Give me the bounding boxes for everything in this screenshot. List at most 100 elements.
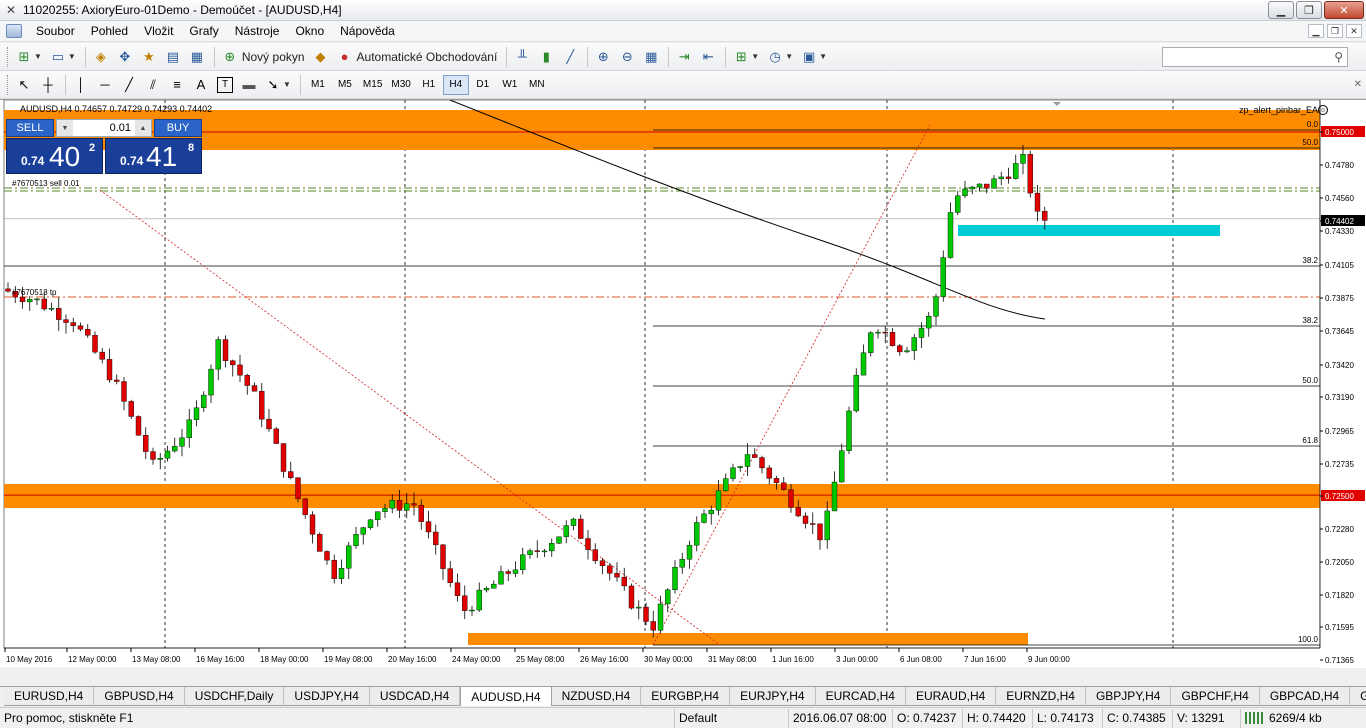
timeframe-m5[interactable]: M5 — [332, 75, 358, 95]
candle-body — [244, 375, 250, 386]
menu-view[interactable]: Pohled — [83, 24, 136, 38]
zoom-in-button[interactable]: ⊕ — [592, 46, 614, 68]
horizontal-line-tool[interactable]: ─ — [94, 74, 116, 96]
chart-tab[interactable]: EURJPY,H4 — [730, 687, 816, 706]
chart-tab[interactable]: USDCAD,H4 — [369, 687, 461, 706]
chart-tab[interactable]: EURAUD,H4 — [905, 687, 997, 706]
search-input[interactable]: ⚲ — [1162, 47, 1348, 67]
chart-canvas[interactable]: #7670513 sell 0.01 #7670513 tp 0.0 50.0 38.2… — [0, 100, 1366, 668]
mdi-close-button[interactable]: ✕ — [1346, 24, 1362, 38]
text-tool[interactable]: A — [190, 74, 212, 96]
timeframe-m15[interactable]: M15 — [359, 75, 386, 95]
dotted-trendline-up — [652, 124, 931, 646]
chart-tab[interactable]: EURUSD,H4 — [4, 687, 95, 706]
candle-body — [193, 407, 200, 420]
candle-body — [730, 467, 736, 479]
timeframe-h4[interactable]: H4 — [442, 74, 469, 95]
candle-body — [201, 394, 207, 408]
ea-smiley-icon[interactable]: ☺ — [1318, 105, 1328, 115]
line-chart-button[interactable]: ╱ — [559, 46, 581, 68]
mdi-minimize-button[interactable]: ▁ — [1308, 24, 1324, 38]
data-window-button[interactable]: ✥ — [114, 46, 136, 68]
candle-body — [353, 534, 359, 547]
buy-button[interactable]: BUY — [154, 119, 202, 137]
candle-body — [788, 489, 794, 508]
channel-tool[interactable]: ⫽ — [142, 74, 164, 96]
chart-tab[interactable]: USDCHF,Daily — [184, 687, 285, 706]
trendline-tool[interactable]: ╱ — [118, 74, 140, 96]
chart-tab[interactable]: EURCAD,H4 — [815, 687, 906, 706]
candle-body — [534, 550, 540, 552]
menu-charts[interactable]: Grafy — [181, 24, 226, 38]
price-chart[interactable]: #7670513 sell 0.01 #7670513 tp 0.0 50.0 38.2… — [0, 99, 1366, 668]
menu-insert[interactable]: Vložit — [136, 24, 181, 38]
zoom-out-button[interactable]: ⊖ — [616, 46, 638, 68]
tester-button[interactable]: ▦ — [186, 46, 208, 68]
menu-window[interactable]: Okno — [287, 24, 332, 38]
lot-size-field[interactable]: ▼ 0.01 ▲ — [56, 119, 152, 137]
rectangle-tool[interactable]: ▬ — [238, 74, 260, 96]
timeframe-mn[interactable]: MN — [524, 75, 550, 95]
navigator-button[interactable]: ★ — [138, 46, 160, 68]
timeframe-h1[interactable]: H1 — [416, 75, 442, 95]
timeframe-w1[interactable]: W1 — [497, 75, 523, 95]
menu-file[interactable]: Soubor — [28, 24, 83, 38]
lot-down-icon[interactable]: ▼ — [57, 120, 73, 136]
cursor-tool[interactable]: ↖ — [13, 74, 35, 96]
auto-trading-button[interactable]: ● Automatické Obchodování — [334, 46, 501, 68]
menu-tools[interactable]: Nástroje — [227, 24, 288, 38]
candle-body — [215, 339, 221, 370]
label-tool[interactable]: T — [214, 74, 236, 96]
candlestick-button[interactable]: ▮ — [535, 46, 557, 68]
arrows-tool[interactable]: ➘ ▼ — [262, 74, 294, 96]
auto-scroll-button[interactable]: ⇥ — [673, 46, 695, 68]
bar-chart-button[interactable]: ╨ — [511, 46, 533, 68]
candle-body — [208, 368, 214, 396]
terminal-button[interactable]: ▤ — [162, 46, 184, 68]
close-button[interactable]: ✕ — [1324, 1, 1364, 19]
timeframe-m1[interactable]: M1 — [305, 75, 331, 95]
fibonacci-tool[interactable]: ≡ — [166, 74, 188, 96]
minimize-button[interactable]: ▁ — [1268, 1, 1294, 19]
crosshair-tool[interactable]: ┼ — [37, 74, 59, 96]
periods-button[interactable]: ◷ ▼ — [764, 46, 796, 68]
time-axis-label: 19 May 08:00 — [324, 655, 373, 664]
lot-up-icon[interactable]: ▲ — [135, 120, 151, 136]
chart-tab[interactable]: GBPCHF,H4 — [1171, 687, 1260, 706]
sell-price-button[interactable]: 0.74 40 2 — [6, 138, 103, 174]
chart-tab[interactable]: NZDUSD,H4 — [551, 687, 642, 706]
toolbar-close-icon[interactable]: ✕ — [1354, 79, 1362, 90]
timeframe-d1[interactable]: D1 — [470, 75, 496, 95]
menu-help[interactable]: Nápověda — [332, 24, 403, 38]
new-chart-button[interactable]: ⊞ ▼ — [13, 46, 45, 68]
buy-price-button[interactable]: 0.74 41 8 — [105, 138, 202, 174]
candle-body — [824, 510, 830, 541]
metaeditor-button[interactable]: ◆ — [310, 46, 332, 68]
new-order-button[interactable]: ⊕ Nový pokyn — [219, 46, 308, 68]
tile-windows-button[interactable]: ▦ — [640, 46, 662, 68]
chart-tab[interactable]: EURGBP,H4 — [641, 687, 731, 706]
chart-tab[interactable]: GBPCAD,H4 — [1259, 687, 1351, 706]
indicators-button[interactable]: ⊞ ▼ — [730, 46, 762, 68]
chart-tab[interactable]: EURNZD,H4 — [996, 687, 1086, 706]
candle-body — [1042, 211, 1048, 221]
sell-button[interactable]: SELL — [6, 119, 54, 137]
chart-tab[interactable]: AUDUSD,H4 — [460, 687, 552, 706]
candle-body — [128, 401, 134, 417]
chart-tab[interactable]: GBPUSD,H4 — [94, 687, 185, 706]
templates-button[interactable]: ▣ ▼ — [798, 46, 830, 68]
profiles-button[interactable]: ▭ ▼ — [47, 46, 79, 68]
chart-tab[interactable]: GBPJPY,H4 — [1085, 687, 1172, 706]
market-watch-button[interactable]: ◈ — [90, 46, 112, 68]
timeframe-m30[interactable]: M30 — [387, 75, 414, 95]
lot-size-value[interactable]: 0.01 — [73, 122, 135, 134]
mdi-restore-button[interactable]: ❐ — [1327, 24, 1343, 38]
restore-button[interactable]: ❐ — [1296, 1, 1322, 19]
chart-tab[interactable]: USDJPY,H4 — [284, 687, 370, 706]
chart-shift-button[interactable]: ⇤ — [697, 46, 719, 68]
vertical-line-tool[interactable]: │ — [70, 74, 92, 96]
candle-body — [114, 379, 120, 382]
chart-tab[interactable]: GBPAU — [1350, 687, 1366, 706]
candle-body — [781, 482, 787, 490]
time-axis-label: 12 May 00:00 — [68, 655, 117, 664]
